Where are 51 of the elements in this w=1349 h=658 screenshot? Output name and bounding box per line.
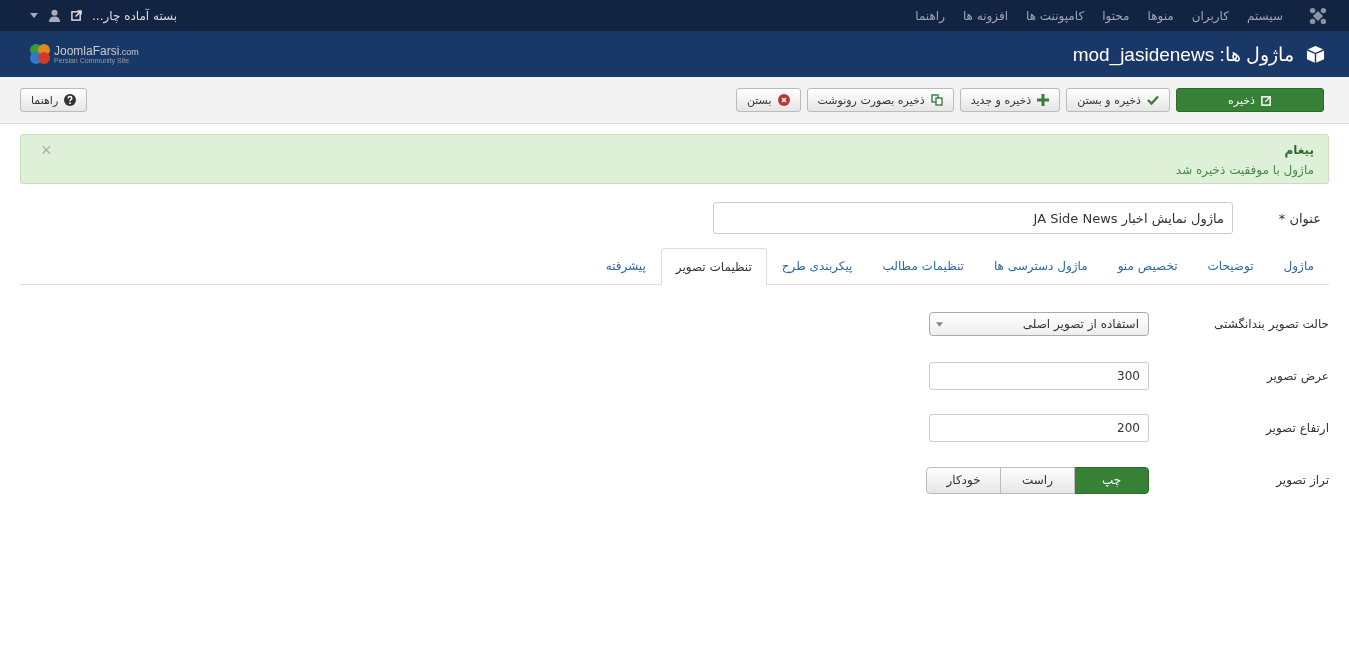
field-label: تراز تصویر: [1274, 473, 1329, 487]
toggle-option-button[interactable]: چپ: [1074, 466, 1149, 494]
field-label: عرض تصویر: [1265, 369, 1329, 383]
alert-heading: پیغام: [1283, 143, 1314, 157]
user-icon[interactable]: [48, 9, 61, 22]
tab[interactable]: ماژول دسترسی ها: [978, 248, 1103, 284]
toggle-option-button[interactable]: راست: [1000, 466, 1075, 494]
cancel-icon: [777, 94, 790, 106]
page-title: ماژول ها: mod_jasidenews: [1072, 42, 1294, 66]
top-menu-item[interactable]: افزونه ها: [962, 8, 1008, 23]
tab[interactable]: تنظیمات تصویر: [660, 248, 767, 285]
plus-icon: [1037, 94, 1050, 106]
toolbar-button[interactable]: ذخیره و جدید: [959, 88, 1061, 112]
text-input-field[interactable]: 200: [929, 414, 1149, 442]
edit-icon: [1260, 94, 1272, 106]
dropdown-field[interactable]: استفاده از تصویر اصلی: [929, 312, 1149, 336]
field-label: حالت تصویر بندانگشتی: [1213, 317, 1329, 331]
top-menu-item[interactable]: سیستم: [1247, 8, 1283, 23]
tab[interactable]: پیشرفته: [590, 248, 661, 284]
tab[interactable]: پیکربندی طرح: [766, 248, 868, 284]
field-label: ارتفاع تصویر: [1264, 421, 1329, 435]
title-input-field[interactable]: ماژول نمایش اخبار JA Side News: [713, 202, 1233, 234]
toolbar-button[interactable]: ذخیره و بستن: [1066, 88, 1170, 112]
cube-icon: [1306, 44, 1325, 64]
top-menu-item[interactable]: محتوا: [1102, 8, 1130, 23]
text-input-field[interactable]: 300: [929, 362, 1149, 390]
top-menu-item[interactable]: کامپوننت ها: [1026, 8, 1085, 23]
site-link[interactable]: بسته آماده چار...: [92, 8, 178, 23]
joomla-logo-icon[interactable]: [1309, 6, 1327, 25]
toolbar-button[interactable]: بستن: [735, 88, 801, 112]
copy-icon: [930, 94, 943, 106]
caret-icon[interactable]: [30, 13, 38, 18]
tab[interactable]: تنظیمات مطالب: [867, 248, 979, 284]
caret-icon: [936, 321, 943, 327]
external-link-icon: [71, 10, 82, 21]
top-menu-item[interactable]: منوها: [1147, 8, 1174, 23]
help-button[interactable]: راهنما: [20, 88, 88, 112]
logo-name: JoomlaFarsi.com: [54, 44, 139, 57]
alert-message: ماژول با موفقیت ذخیره شد: [1175, 163, 1314, 177]
toggle-option-button[interactable]: خودکار: [926, 466, 1001, 494]
tab[interactable]: تخصیص منو: [1102, 248, 1193, 284]
help-icon: [64, 94, 77, 106]
top-menu-item[interactable]: کاربران: [1191, 8, 1229, 23]
tab[interactable]: توضیحات: [1192, 248, 1269, 284]
toolbar-button[interactable]: ذخیره: [1176, 88, 1324, 112]
toolbar-button[interactable]: ذخیره بصورت رونوشت: [806, 88, 954, 112]
tab[interactable]: ماژول: [1268, 248, 1329, 284]
check-icon: [1147, 94, 1159, 106]
top-menu-item[interactable]: راهنما: [915, 8, 945, 23]
logo-emblem-icon: [28, 42, 52, 66]
field-label: عنوان *: [1277, 210, 1322, 226]
